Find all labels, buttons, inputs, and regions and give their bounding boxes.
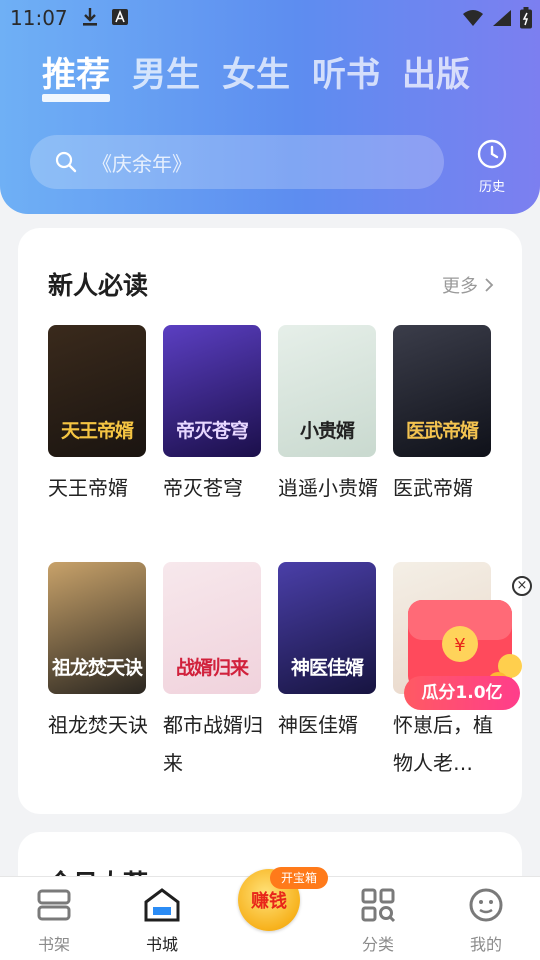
chevron-right-icon xyxy=(485,278,494,292)
status-left-icons xyxy=(82,7,128,27)
nav-category[interactable]: 分类 xyxy=(338,887,418,955)
tab-male-label: 男生 xyxy=(132,55,200,95)
book-cover-title: 帝灭苍穹 xyxy=(175,420,249,442)
book-title: 怀崽后，植物人老… xyxy=(393,713,493,775)
book-item[interactable]: 祖龙焚天诀 祖龙焚天诀 xyxy=(48,562,148,744)
search-icon xyxy=(55,151,77,173)
book-item[interactable]: 帝灭苍穹 帝灭苍穹 xyxy=(163,325,263,507)
promo-label[interactable]: 瓜分1.0亿 xyxy=(404,676,520,710)
more-label: 更多 xyxy=(442,276,478,297)
book-cover[interactable]: 祖龙焚天诀 xyxy=(48,562,146,694)
nav-bookshelf-label: 书架 xyxy=(37,935,70,954)
more-link[interactable]: 更多 xyxy=(442,272,494,298)
status-time: 11:07 xyxy=(10,6,68,30)
treasure-box-badge[interactable]: 开宝箱 xyxy=(270,867,328,889)
nav-profile[interactable]: 我的 xyxy=(446,887,526,955)
tab-female[interactable]: 女生 xyxy=(222,52,290,98)
book-item[interactable]: 天王帝婿 天王帝婿 xyxy=(48,325,148,507)
nav-bookstore[interactable]: 书城 xyxy=(122,887,202,955)
book-item[interactable]: 医武帝婿 医武帝婿 xyxy=(393,325,493,507)
tab-audiobook[interactable]: 听书 xyxy=(312,52,380,98)
tab-female-label: 女生 xyxy=(222,55,290,95)
book-cover[interactable]: 帝灭苍穹 xyxy=(163,325,261,457)
book-title: 医武帝婿 xyxy=(393,476,473,500)
book-title: 祖龙焚天诀 xyxy=(48,713,148,737)
top-tabs: 推荐 男生 女生 听书 出版 xyxy=(42,52,470,102)
search-input[interactable]: 《庆余年》 xyxy=(30,135,444,189)
book-cover-title: 神医佳婿 xyxy=(290,657,364,679)
book-title: 神医佳婿 xyxy=(278,713,358,737)
tab-audiobook-label: 听书 xyxy=(312,55,380,95)
book-cover[interactable]: 医武帝婿 xyxy=(393,325,491,457)
book-cover-title: 小贵婿 xyxy=(299,420,355,442)
book-cover-title: 祖龙焚天诀 xyxy=(51,657,143,679)
book-item[interactable]: 神医佳婿 神医佳婿 xyxy=(278,562,378,744)
tab-recommend[interactable]: 推荐 xyxy=(42,52,110,102)
book-cover[interactable]: 小贵婿 xyxy=(278,325,376,457)
bookstore-home-icon xyxy=(144,888,180,922)
profile-face-icon xyxy=(469,888,503,922)
bookshelf-icon xyxy=(37,889,71,921)
book-title: 天王帝婿 xyxy=(48,476,128,500)
promo-close-button[interactable]: × xyxy=(512,576,532,596)
section-title: 新人必读 xyxy=(48,271,149,300)
tab-recommend-label: 推荐 xyxy=(42,55,110,95)
history-label: 历史 xyxy=(478,180,505,195)
text-a-icon xyxy=(112,9,128,25)
battery-icon xyxy=(520,7,532,29)
tab-male[interactable]: 男生 xyxy=(132,52,200,98)
book-item[interactable]: 小贵婿 逍遥小贵婿 xyxy=(278,325,378,507)
book-title: 都市战婿归来 xyxy=(163,713,263,775)
svg-text:¥: ¥ xyxy=(454,635,465,656)
book-cover-title: 天王帝婿 xyxy=(60,420,134,442)
book-title: 帝灭苍穹 xyxy=(163,476,243,500)
book-cover-title: 战婿归来 xyxy=(175,657,249,679)
book-item[interactable]: 战婿归来都市战婿归来 xyxy=(163,562,263,782)
nav-bookshelf[interactable]: 书架 xyxy=(14,887,94,955)
history-button[interactable]: 历史 xyxy=(470,138,514,195)
search-placeholder: 《庆余年》 xyxy=(92,151,192,176)
earn-label: 赚钱 xyxy=(251,891,287,912)
book-cover[interactable]: 神医佳婿 xyxy=(278,562,376,694)
book-cover[interactable]: 天王帝婿 xyxy=(48,325,146,457)
active-tab-indicator xyxy=(42,94,110,102)
nav-category-label: 分类 xyxy=(361,935,394,954)
nav-bookstore-label: 书城 xyxy=(145,935,178,954)
status-bar: 11:07 xyxy=(0,0,540,36)
signal-icon xyxy=(493,10,511,26)
book-cover-title: 医武帝婿 xyxy=(405,420,479,442)
category-grid-icon xyxy=(361,888,396,923)
download-icon xyxy=(83,8,97,26)
book-cover[interactable]: 战婿归来 xyxy=(163,562,261,694)
nav-profile-label: 我的 xyxy=(469,935,502,954)
book-title: 逍遥小贵婿 xyxy=(278,476,378,500)
clock-icon xyxy=(477,139,507,169)
wifi-icon xyxy=(463,10,483,26)
status-right-icons xyxy=(462,7,532,29)
new-reader-section: 新人必读 更多 天王帝婿 天王帝婿 帝灭苍穹 帝灭苍穹 小贵婿 逍遥小贵婿 医武帝婿 医武帝婿… xyxy=(18,228,522,814)
tab-publish[interactable]: 出版 xyxy=(402,52,470,98)
tab-publish-label: 出版 xyxy=(402,55,470,95)
bottom-nav: 书架 书城 赚钱 开宝箱 分类 我的 xyxy=(0,867,540,960)
